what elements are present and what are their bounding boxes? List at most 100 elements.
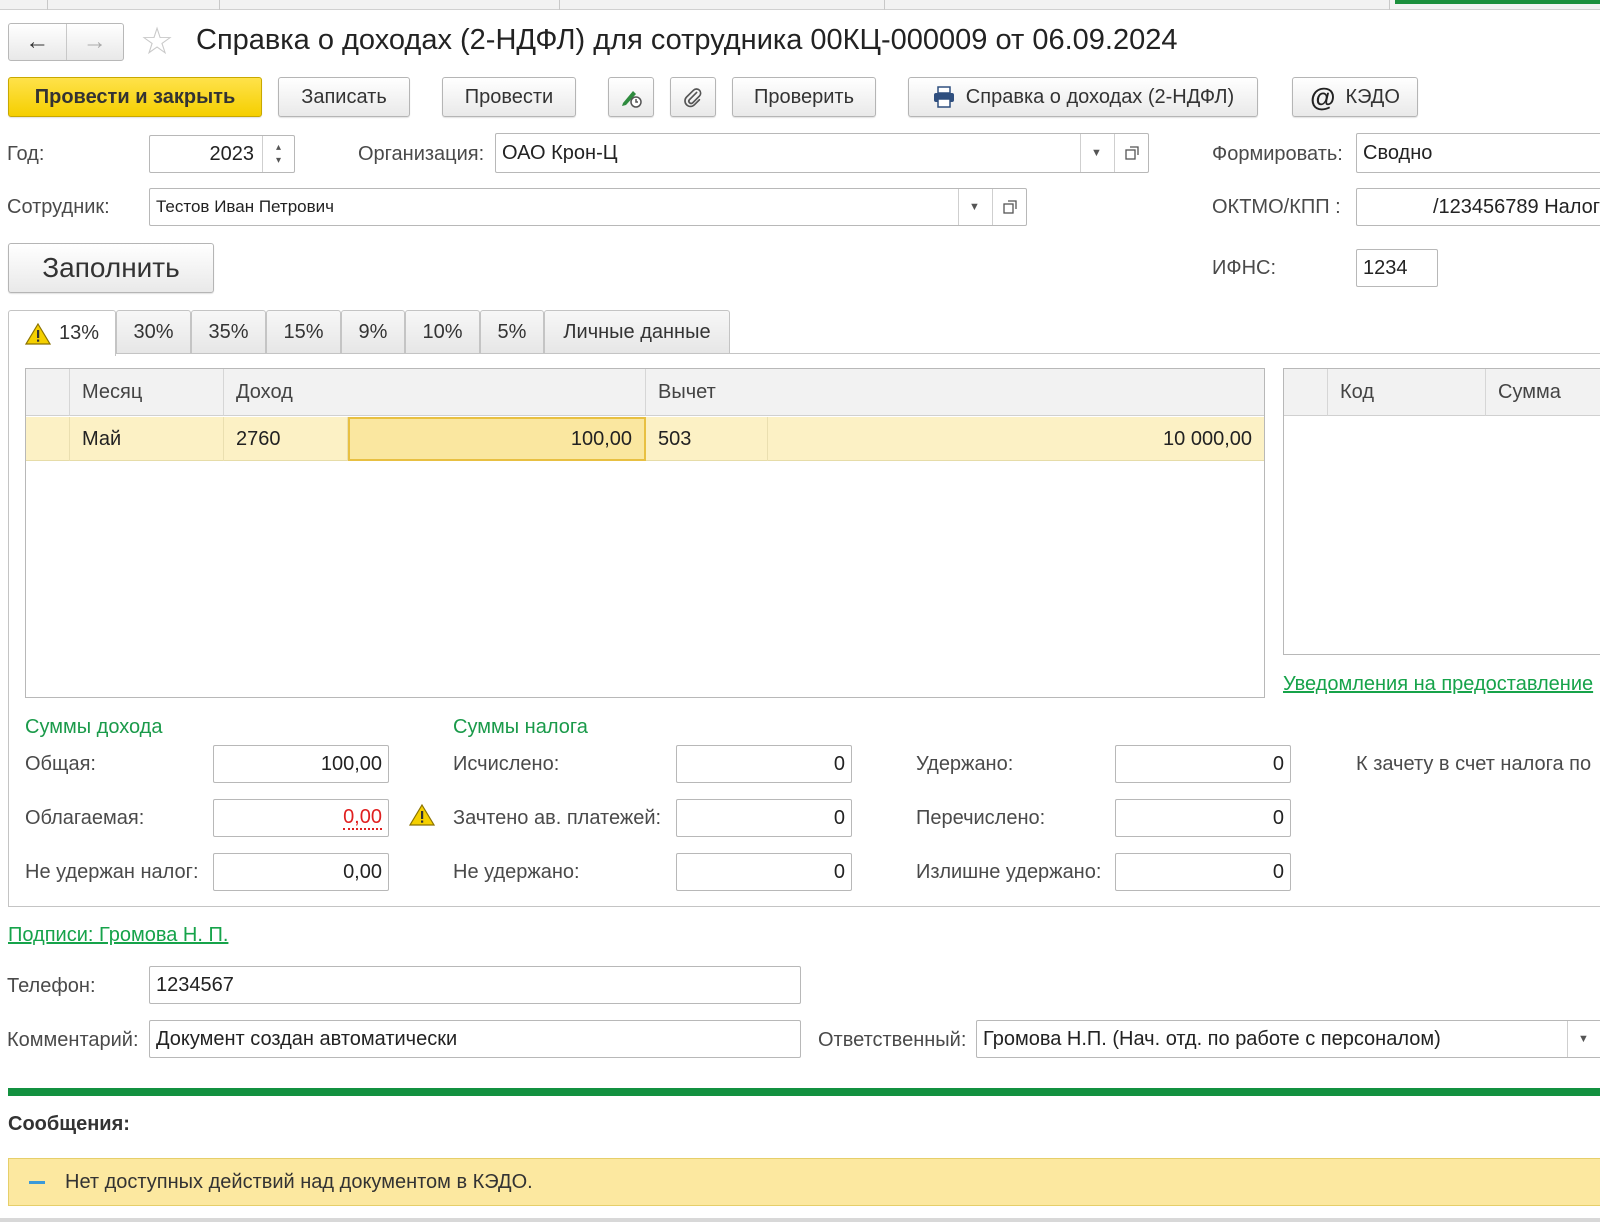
tab-30[interactable]: 30% [116,310,191,354]
table-row[interactable]: Май 2760 100,00 503 10 000,00 [26,417,1264,461]
employee-label: Сотрудник: [7,196,110,218]
signatures-link[interactable]: Подписи: Громова Н. П. [8,924,228,947]
total-income-value: 100,00 [320,752,382,775]
tab-personal-data[interactable]: Личные данные [544,310,730,354]
withheld-label: Удержано: [916,753,1014,775]
tab-5[interactable]: 5% [480,310,544,354]
column-header-income[interactable]: Доход [224,369,646,416]
taxable-income-field[interactable]: 0,00 [213,799,389,837]
window-tab[interactable] [885,0,1390,10]
not-withheld-tax-label: Не удержан налог: [25,861,199,883]
warning-icon [409,804,435,826]
cell-income-amount[interactable]: 100,00 [348,417,646,461]
taxable-income-label: Облагаемая: [25,807,145,829]
post-and-close-button[interactable]: Провести и закрыть [8,77,262,117]
kedo-button[interactable]: @ КЭДО [1292,77,1418,117]
tab-label: 13% [58,322,100,344]
credited-advance-field[interactable]: 0 [676,799,852,837]
minus-icon [29,1180,45,1184]
transferred-field[interactable]: 0 [1115,799,1291,837]
comment-label: Комментарий: [7,1029,139,1051]
over-withheld-field[interactable]: 0 [1115,853,1291,891]
window-tab[interactable] [48,0,220,10]
not-withheld-label: Не удержано: [453,861,580,883]
message-text: Нет доступных действий над документом в … [65,1170,533,1193]
message-item[interactable]: Нет доступных действий над документом в … [8,1158,1600,1206]
year-stepper[interactable]: ▴ ▾ [262,136,294,172]
calculated-value: 0 [833,752,845,775]
deduction-codes-table[interactable]: Код Сумма [1283,368,1600,655]
attach-button[interactable] [670,77,716,117]
column-header-month[interactable]: Месяц [70,369,224,416]
not-withheld-value: 0 [833,860,845,883]
save-button[interactable]: Записать [278,77,410,117]
window-tab[interactable] [220,0,560,10]
chevron-down-icon: ▼ [1091,147,1102,159]
organization-dropdown[interactable]: ▼ [1080,134,1112,172]
window-tab-strip [0,0,1600,10]
phone-field[interactable]: 1234567 [149,966,801,1004]
ifns-field[interactable]: 1234 [1356,249,1438,287]
tab-15[interactable]: 15% [266,310,341,354]
chevron-down-icon: ▼ [1578,1033,1589,1045]
income-table[interactable]: Месяц Доход Вычет Май 2760 100,00 503 10… [25,368,1265,698]
tab-35[interactable]: 35% [191,310,266,354]
comment-field[interactable]: Документ создан автоматически [149,1020,801,1058]
messages-title: Сообщения: [8,1113,130,1135]
tab-label: 9% [358,321,388,343]
post-button[interactable]: Провести [442,77,576,117]
stepper-down-icon[interactable]: ▾ [276,154,281,167]
oktmo-field[interactable]: /123456789 Налог [1356,188,1600,226]
comment-value: Документ создан автоматически [156,1027,458,1050]
window-tab[interactable] [560,0,885,10]
row-marker-header [1284,369,1328,416]
tab-label: 30% [133,321,174,343]
withheld-value: 0 [1272,752,1284,775]
phone-label: Телефон: [7,975,96,997]
print-report-button[interactable]: Справка о доходах (2-НДФЛ) [908,77,1258,117]
cell-income-code[interactable]: 2760 [224,417,348,461]
favorite-star-icon[interactable]: ☆ [140,22,174,62]
form-mode-field[interactable]: Сводно [1356,133,1600,173]
employee-field[interactable]: Тестов Иван Петрович ▼ [149,188,1027,226]
not-withheld-field[interactable]: 0 [676,853,852,891]
organization-value: ОАО Крон-Ц [502,141,618,164]
total-income-field[interactable]: 100,00 [213,745,389,783]
organization-open-button[interactable] [1114,134,1148,172]
oktmo-value: /123456789 Налог [1433,195,1600,218]
nav-buttons: ← → [8,23,124,61]
tab-9[interactable]: 9% [341,310,405,354]
total-income-label: Общая: [25,753,96,775]
messages-divider[interactable] [8,1088,1600,1096]
year-label: Год: [7,143,45,165]
year-field[interactable]: 2023 ▴ ▾ [149,135,295,173]
tab-10[interactable]: 10% [405,310,480,354]
year-value: 2023 [209,142,255,165]
column-header-code[interactable]: Код [1328,369,1486,416]
cell-deduction-code[interactable]: 503 [646,417,768,461]
column-header-deduction[interactable]: Вычет [646,369,1264,416]
forward-button[interactable]: → [65,24,124,60]
cell-month[interactable]: Май [70,417,224,461]
calculated-label: Исчислено: [453,753,560,775]
stepper-up-icon[interactable]: ▴ [276,141,281,154]
not-withheld-tax-field[interactable]: 0,00 [213,853,389,891]
withheld-field[interactable]: 0 [1115,745,1291,783]
back-button[interactable]: ← [9,24,66,60]
sign-button[interactable] [608,77,654,117]
employee-dropdown[interactable]: ▼ [958,189,990,225]
calculated-field[interactable]: 0 [676,745,852,783]
employee-open-button[interactable] [992,189,1026,225]
credited-advance-value: 0 [833,806,845,829]
window-tab[interactable] [0,0,48,10]
tab-13[interactable]: 13% [8,310,116,356]
responsible-dropdown[interactable]: ▼ [1567,1021,1599,1057]
organization-field[interactable]: ОАО Крон-Ц ▼ [495,133,1149,173]
notifications-link[interactable]: Уведомления на предоставление [1283,673,1593,696]
organization-label: Организация: [358,143,485,165]
column-header-sum[interactable]: Сумма [1486,369,1600,416]
responsible-field[interactable]: Громова Н.П. (Нач. отд. по работе с перс… [976,1020,1600,1058]
check-button[interactable]: Проверить [732,77,876,117]
fill-button[interactable]: Заполнить [8,243,214,293]
cell-deduction-amount[interactable]: 10 000,00 [768,417,1264,461]
